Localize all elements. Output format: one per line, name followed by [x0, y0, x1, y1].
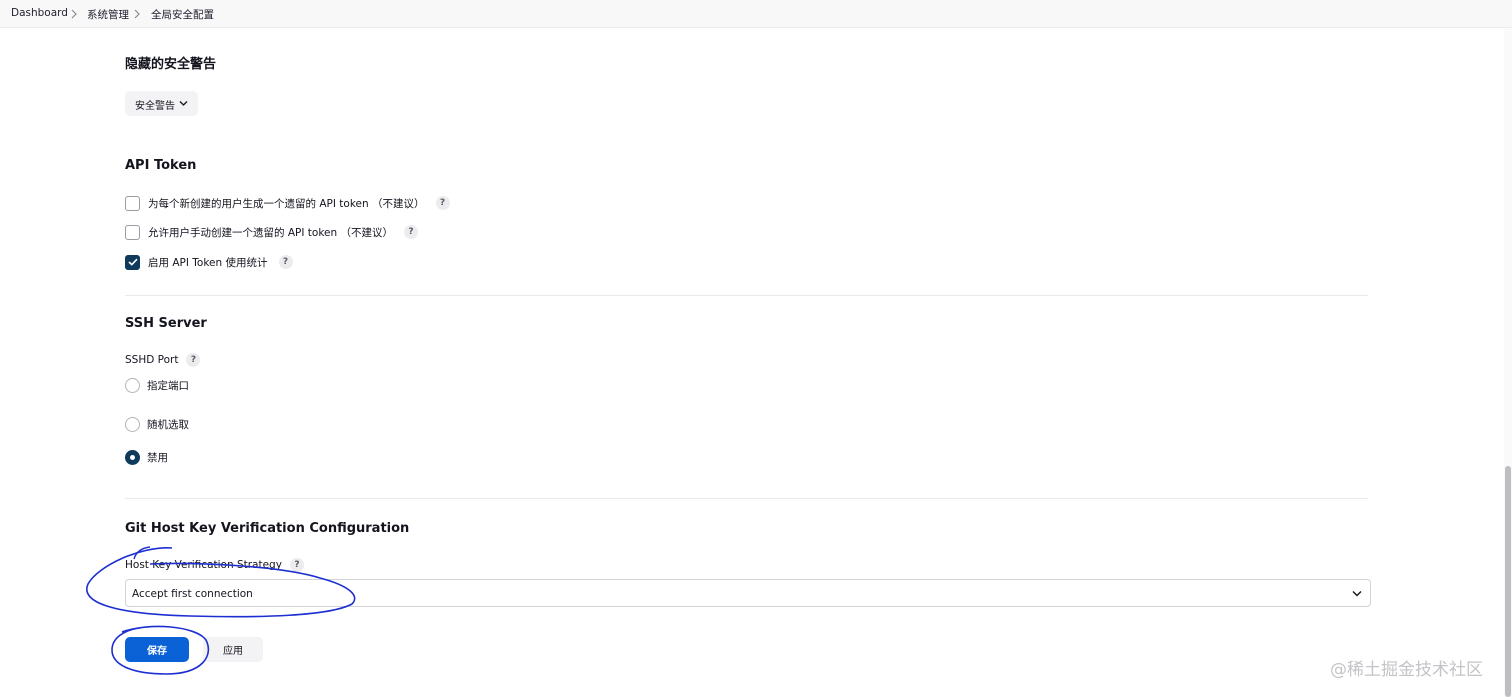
- api-token-option-3: 启用 API Token 使用统计 ?: [125, 253, 293, 271]
- breadcrumb-item-security[interactable]: 全局安全配置: [151, 7, 214, 22]
- host-key-strategy-value: Accept first connection: [132, 588, 253, 600]
- apply-button[interactable]: 应用: [203, 637, 263, 662]
- checkbox-label: 启用 API Token 使用统计: [148, 256, 268, 269]
- breadcrumb-item-manage[interactable]: 系统管理: [87, 7, 129, 22]
- breadcrumb: Dashboard 系统管理 全局安全配置: [0, 0, 1512, 28]
- help-icon[interactable]: ?: [186, 353, 201, 367]
- radio-label: 禁用: [147, 451, 168, 464]
- token-usage-stats-checkbox[interactable]: [125, 254, 140, 270]
- section-title-ssh-server: SSH Server: [125, 316, 207, 331]
- checkbox-label: 允许用户手动创建一个遗留的 API token （不建议）: [148, 226, 393, 239]
- random-port-radio[interactable]: [125, 416, 140, 432]
- sshd-port-option-disable: 禁用: [125, 449, 168, 465]
- api-token-option-2: 允许用户手动创建一个遗留的 API token （不建议） ?: [125, 223, 418, 241]
- breadcrumb-item-dashboard[interactable]: Dashboard: [11, 7, 68, 19]
- section-title-api-token: API Token: [125, 158, 197, 173]
- section-title-git-host-key: Git Host Key Verification Configuration: [125, 521, 410, 536]
- legacy-token-manual-checkbox[interactable]: [125, 224, 140, 240]
- help-icon[interactable]: ?: [435, 196, 450, 210]
- section-divider: [125, 295, 1368, 296]
- help-icon[interactable]: ?: [289, 558, 304, 572]
- sshd-port-label: SSHD Port ?: [125, 353, 201, 367]
- check-icon: [127, 258, 138, 266]
- legacy-token-new-users-checkbox[interactable]: [125, 195, 140, 211]
- api-token-option-1: 为每个新创建的用户生成一个遗留的 API token （不建议） ?: [125, 194, 450, 212]
- section-divider: [125, 498, 1368, 499]
- chevron-right-icon: [134, 9, 140, 19]
- help-icon[interactable]: ?: [404, 225, 418, 239]
- disable-port-radio[interactable]: [125, 449, 140, 465]
- security-warnings-dropdown-label: 安全警告: [135, 101, 175, 112]
- save-button[interactable]: 保存: [125, 637, 189, 662]
- radio-label: 随机选取: [147, 418, 189, 431]
- chevron-right-icon: [71, 9, 77, 19]
- sshd-port-option-random: 随机选取: [125, 416, 189, 432]
- scrollbar-thumb[interactable]: [1505, 466, 1511, 697]
- section-title-hidden-warnings: 隐藏的安全警告: [125, 57, 217, 72]
- sshd-port-label-text: SSHD Port: [125, 354, 179, 366]
- host-key-strategy-label: Host Key Verification Strategy ?: [125, 558, 304, 572]
- sshd-port-option-fixed: 指定端口: [125, 377, 189, 393]
- checkbox-label: 为每个新创建的用户生成一个遗留的 API token （不建议）: [148, 197, 425, 210]
- chevron-down-icon: [1352, 591, 1362, 597]
- fixed-port-radio[interactable]: [125, 377, 140, 393]
- chevron-down-icon: [179, 101, 188, 106]
- radio-label: 指定端口: [147, 379, 189, 392]
- watermark: @稀土掘金技术社区: [1330, 660, 1483, 680]
- security-warnings-dropdown[interactable]: 安全警告: [125, 91, 198, 116]
- host-key-strategy-select[interactable]: Accept first connection: [125, 579, 1371, 607]
- help-icon[interactable]: ?: [278, 255, 293, 269]
- host-key-strategy-label-text: Host Key Verification Strategy: [125, 559, 282, 571]
